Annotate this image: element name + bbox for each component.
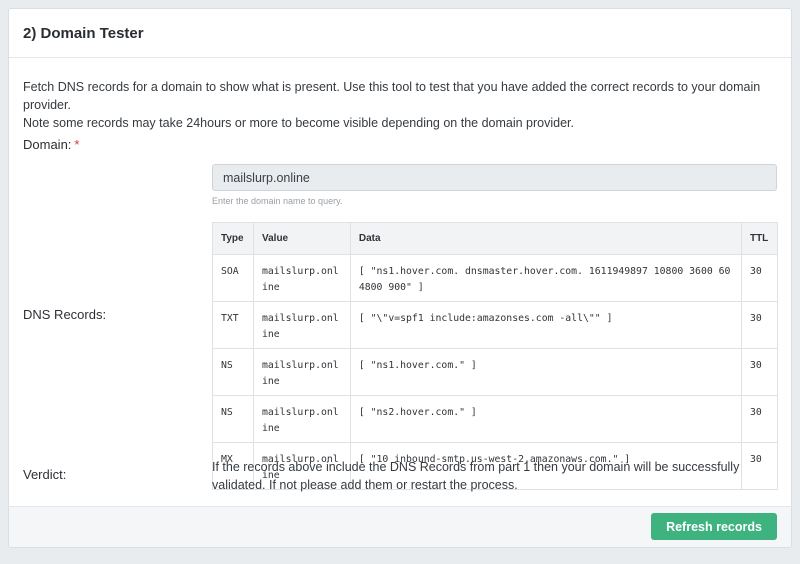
domain-tester-card: 2) Domain Tester Fetch DNS records for a… — [8, 8, 792, 548]
table-row: TXT mailslurp.online [ "\"v=spf1 include… — [212, 301, 779, 349]
card-header: 2) Domain Tester — [9, 9, 791, 58]
column-header-value: Value — [252, 222, 351, 255]
cell-type: NS — [212, 395, 254, 443]
intro-text: Fetch DNS records for a domain to show w… — [23, 78, 783, 132]
column-header-type: Type — [212, 222, 254, 255]
table-row: SOA mailslurp.online [ "ns1.hover.com. d… — [212, 254, 779, 302]
table-row: NS mailslurp.online [ "ns1.hover.com." ]… — [212, 348, 779, 396]
column-header-ttl: TTL — [740, 222, 779, 255]
domain-input[interactable] — [212, 164, 777, 191]
intro-line-2: Note some records may take 24hours or mo… — [23, 116, 574, 130]
refresh-records-button[interactable]: Refresh records — [651, 513, 777, 540]
cell-ttl: 30 — [740, 395, 779, 443]
cell-value: mailslurp.online — [252, 395, 351, 443]
cell-value: mailslurp.online — [252, 301, 351, 349]
verdict-text: If the records above include the DNS Rec… — [212, 460, 740, 492]
intro-line-1: Fetch DNS records for a domain to show w… — [23, 80, 761, 112]
dns-records-table: Type Value Data TTL SOA mailslurp.online… — [212, 222, 779, 490]
cell-data: [ "\"v=spf1 include:amazonses.com -all\"… — [349, 301, 742, 349]
dns-records-label: DNS Records: — [23, 307, 107, 322]
cell-data: [ "ns1.hover.com." ] — [349, 348, 742, 396]
cell-value: mailslurp.online — [252, 348, 351, 396]
column-header-data: Data — [349, 222, 742, 255]
cell-type: TXT — [212, 301, 254, 349]
cell-type: SOA — [212, 254, 254, 302]
cell-value: mailslurp.online — [252, 254, 351, 302]
domain-label: Domain: * — [23, 137, 79, 152]
cell-type: NS — [212, 348, 254, 396]
cell-data: [ "ns1.hover.com. dnsmaster.hover.com. 1… — [349, 254, 742, 302]
table-row: NS mailslurp.online [ "ns2.hover.com." ]… — [212, 395, 779, 443]
card-body: Fetch DNS records for a domain to show w… — [9, 58, 791, 506]
required-marker: * — [74, 137, 80, 152]
cell-data: [ "ns2.hover.com." ] — [349, 395, 742, 443]
domain-label-text: Domain: — [23, 137, 72, 152]
cell-ttl: 30 — [740, 254, 779, 302]
verdict-label: Verdict: — [23, 467, 67, 482]
card-title: 2) Domain Tester — [23, 25, 144, 42]
card-footer: Refresh records — [9, 506, 791, 547]
cell-ttl: 30 — [740, 301, 779, 349]
table-header-row: Type Value Data TTL — [212, 222, 779, 255]
domain-help-text: Enter the domain name to query. — [212, 196, 343, 206]
cell-ttl: 30 — [740, 348, 779, 396]
